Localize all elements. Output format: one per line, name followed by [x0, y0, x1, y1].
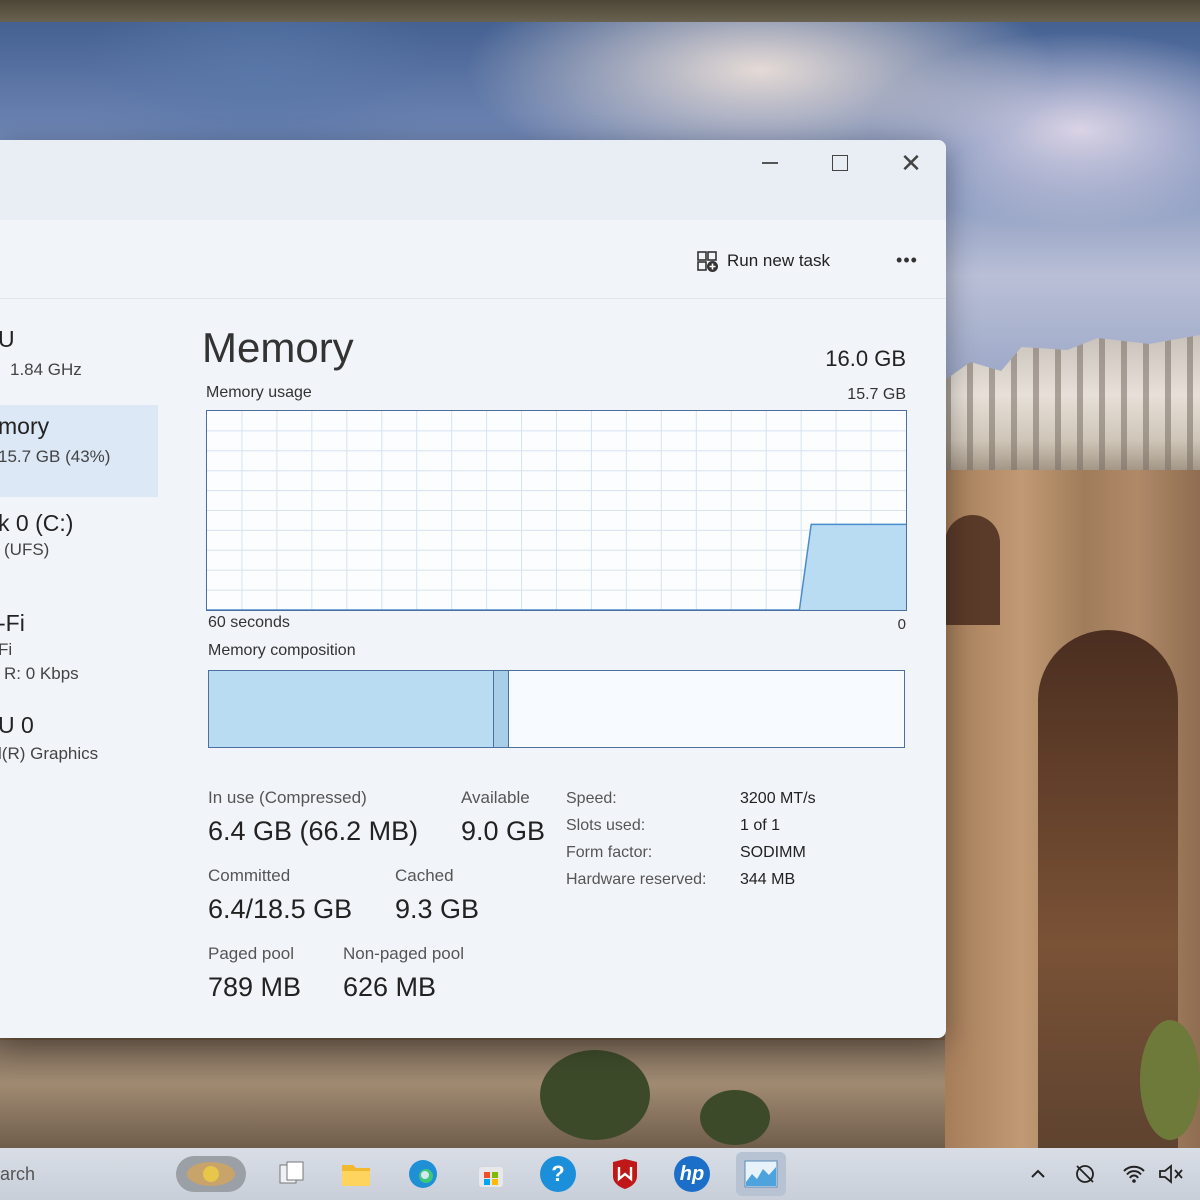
- memory-composition-bar: [208, 670, 905, 748]
- store-icon[interactable]: [473, 1156, 509, 1192]
- in-use-value: 6.4 GB (66.2 MB): [208, 816, 419, 846]
- taskbar-search[interactable]: arch: [0, 1154, 168, 1194]
- edge-icon[interactable]: [405, 1156, 441, 1192]
- wallpaper-bush: [540, 1050, 650, 1140]
- hp-icon[interactable]: hp: [674, 1156, 710, 1192]
- speaker-muted-icon[interactable]: [1157, 1160, 1185, 1188]
- task-view-icon[interactable]: [274, 1156, 310, 1192]
- wallpaper-canyon: [0, 1040, 945, 1150]
- graph-axis-zero: 0: [897, 616, 906, 633]
- memory-usage-chart: [207, 411, 906, 610]
- sidebar-item-cpu[interactable]: U 1.84 GHz: [0, 320, 158, 400]
- graph-time-span: 60 seconds: [208, 614, 290, 631]
- mcafee-icon[interactable]: [607, 1156, 643, 1192]
- spec-hardware-reserved-label: Hardware reserved:: [566, 871, 707, 888]
- available-label: Available: [461, 788, 530, 807]
- sidebar-item-title: mory: [0, 413, 50, 439]
- monitor-bezel: [0, 0, 1200, 22]
- spec-hardware-reserved-value: 344 MB: [740, 871, 796, 888]
- task-manager-icon[interactable]: [736, 1152, 786, 1196]
- performance-sidebar: U 1.84 GHz mory 15.7 GB (43%) k 0 (C:) (…: [0, 300, 160, 1038]
- sidebar-item-gpu[interactable]: U 0 l(R) Graphics: [0, 712, 158, 792]
- file-explorer-icon[interactable]: [338, 1156, 374, 1192]
- composition-standby: [508, 671, 904, 747]
- cached-label: Cached: [395, 866, 454, 885]
- sidebar-item-disk[interactable]: k 0 (C:) (UFS): [0, 510, 158, 590]
- graph-grid: [207, 411, 906, 610]
- wallpaper-small-arch: [945, 515, 1000, 625]
- composition-modified: [493, 671, 509, 747]
- in-use-label: In use (Compressed): [208, 788, 367, 807]
- cached-value: 9.3 GB: [395, 894, 480, 924]
- spec-slots-value: 1 of 1: [740, 817, 781, 834]
- run-new-task-button[interactable]: Run new task: [697, 246, 830, 276]
- sidebar-item-subtitle: l(R) Graphics: [0, 744, 99, 763]
- sidebar-item-title: -Fi: [0, 610, 25, 636]
- sidebar-item-title: k 0 (C:): [0, 510, 74, 536]
- memory-panel: Memory 16.0 GB Memory usage 15.7 GB 60 s…: [160, 300, 946, 1038]
- minimize-button[interactable]: [752, 148, 788, 178]
- sidebar-item-wifi[interactable]: -Fi Fi R: 0 Kbps: [0, 610, 158, 700]
- sidebar-item-memory[interactable]: mory 15.7 GB (43%): [0, 405, 158, 497]
- more-options-button[interactable]: •••: [890, 248, 924, 272]
- maximize-button[interactable]: [822, 148, 858, 178]
- memory-composition-label: Memory composition: [208, 642, 356, 659]
- close-icon: ✕: [900, 148, 922, 178]
- help-icon[interactable]: ?: [540, 1156, 576, 1192]
- maximize-icon: [832, 155, 848, 171]
- widgets-icon[interactable]: [176, 1156, 246, 1192]
- committed-value: 6.4/18.5 GB: [208, 894, 353, 924]
- committed-label: Committed: [208, 866, 291, 885]
- composition-in-use: [209, 671, 494, 747]
- memory-usage-max: 15.7 GB: [847, 386, 906, 403]
- paged-pool-label: Paged pool: [208, 944, 295, 963]
- wallpaper-bush: [700, 1090, 770, 1145]
- sidebar-item-subtitle: 15.7 GB (43%): [0, 447, 111, 466]
- chevron-up-icon[interactable]: [1024, 1160, 1052, 1188]
- spec-form-factor-label: Form factor:: [566, 844, 653, 861]
- title-bar[interactable]: ✕: [0, 140, 946, 220]
- memory-usage-label: Memory usage: [206, 384, 312, 401]
- close-button[interactable]: ✕: [893, 148, 929, 178]
- location-off-icon[interactable]: [1071, 1160, 1099, 1188]
- sidebar-item-detail: R: 0 Kbps: [4, 664, 79, 683]
- sidebar-item-subtitle: 1.84 GHz: [10, 360, 82, 379]
- available-value: 9.0 GB: [461, 816, 546, 846]
- sidebar-item-subtitle: (UFS): [4, 540, 50, 559]
- non-paged-pool-value: 626 MB: [343, 972, 437, 1002]
- memory-usage-graph: [206, 410, 907, 611]
- spec-form-factor-value: SODIMM: [740, 844, 806, 861]
- wallpaper-bush: [1140, 1020, 1200, 1140]
- sidebar-item-title: U 0: [0, 712, 34, 738]
- non-paged-pool-label: Non-paged pool: [343, 944, 464, 963]
- run-new-task-label: Run new task: [727, 251, 830, 270]
- task-manager-window: ✕ Run new task ••• U 1.84 GHz mory 15.7 …: [0, 140, 946, 1038]
- total-memory: 16.0 GB: [825, 346, 906, 371]
- spec-slots-label: Slots used:: [566, 817, 646, 834]
- sidebar-item-subtitle: Fi: [0, 640, 13, 659]
- minimize-icon: [762, 162, 778, 164]
- spec-speed-label: Speed:: [566, 790, 617, 807]
- paged-pool-value: 789 MB: [208, 972, 302, 1002]
- sidebar-item-title: U: [0, 326, 15, 352]
- page-title: Memory: [202, 324, 354, 371]
- wifi-icon[interactable]: [1120, 1160, 1148, 1188]
- spec-speed-value: 3200 MT/s: [740, 790, 816, 807]
- run-task-icon: [697, 251, 718, 272]
- taskbar: arch ? hp: [0, 1148, 1200, 1200]
